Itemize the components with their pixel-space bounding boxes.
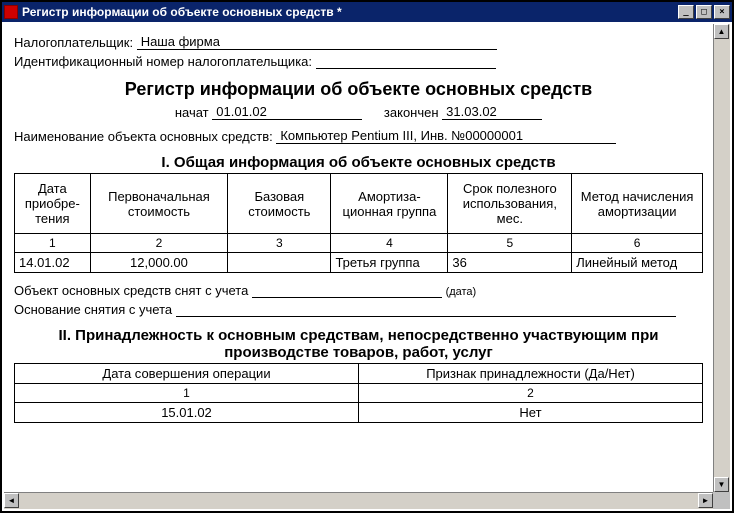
s1-h6: Метод начисления амортизации	[572, 174, 703, 234]
scroll-up-button[interactable]: ▲	[714, 24, 729, 39]
s1-n3: 3	[228, 234, 331, 253]
scroll-right-button[interactable]: ►	[698, 493, 713, 508]
taxpayer-id-label: Идентификационный номер налогоплательщик…	[14, 54, 312, 69]
scroll-corner	[713, 492, 730, 509]
taxpayer-value[interactable]: Наша фирма	[137, 34, 497, 50]
basis-value[interactable]	[176, 303, 676, 317]
asset-name-label: Наименование объекта основных средств:	[14, 129, 273, 144]
minimize-button[interactable]: _	[678, 5, 694, 19]
s2-d2[interactable]: Нет	[359, 403, 703, 423]
dates-row: начат 01.01.02 закончен 31.03.02	[14, 104, 703, 120]
s1-n4: 4	[331, 234, 448, 253]
taxpayer-label: Налогоплательщик:	[14, 35, 133, 50]
vertical-scrollbar[interactable]: ▲ ▼	[713, 24, 730, 492]
s2-d1[interactable]: 15.01.02	[15, 403, 359, 423]
deregister-value[interactable]	[252, 284, 442, 298]
s2-n1: 1	[15, 384, 359, 403]
s1-h1: Дата приобре-тения	[15, 174, 91, 234]
client-area: Налогоплательщик: Наша фирма Идентификац…	[4, 24, 730, 509]
scroll-down-button[interactable]: ▼	[714, 477, 729, 492]
asset-name-value[interactable]: Компьютер Pentium III, Инв. №00000001	[276, 128, 616, 144]
s1-d4[interactable]: Третья группа	[331, 253, 448, 273]
s1-h3: Базовая стоимость	[228, 174, 331, 234]
s1-d5[interactable]: 36	[448, 253, 572, 273]
section1-table: Дата приобре-тения Первоначальная стоимо…	[14, 173, 703, 273]
scroll-left-button[interactable]: ◄	[4, 493, 19, 508]
window-title: Регистр информации об объекте основных с…	[22, 5, 676, 19]
s1-h5: Срок полезного использования, мес.	[448, 174, 572, 234]
s1-n5: 5	[448, 234, 572, 253]
s1-h2: Первоначальная стоимость	[90, 174, 228, 234]
s1-d1[interactable]: 14.01.02	[15, 253, 91, 273]
deregister-hint: (дата)	[446, 286, 477, 298]
section2-table: Дата совершения операции Признак принадл…	[14, 363, 703, 423]
s1-n2: 2	[90, 234, 228, 253]
ended-value[interactable]: 31.03.02	[442, 104, 542, 120]
basis-row: Основание снятия с учета	[14, 302, 703, 317]
section1-title: I. Общая информация об объекте основных …	[14, 154, 703, 171]
app-icon	[4, 5, 18, 19]
deregister-label: Объект основных средств снят с учета	[14, 283, 248, 298]
s1-d3[interactable]	[228, 253, 331, 273]
s1-d6[interactable]: Линейный метод	[572, 253, 703, 273]
taxpayer-id-value[interactable]	[316, 55, 496, 69]
asset-name-row: Наименование объекта основных средств: К…	[14, 128, 703, 144]
started-label: начат	[175, 105, 209, 120]
s1-n6: 6	[572, 234, 703, 253]
s1-d2[interactable]: 12,000.00	[90, 253, 228, 273]
s2-h1: Дата совершения операции	[15, 364, 359, 384]
close-button[interactable]: ×	[714, 5, 730, 19]
page-title: Регистр информации об объекте основных с…	[14, 79, 703, 100]
deregister-row: Объект основных средств снят с учета (да…	[14, 283, 703, 298]
taxpayer-id-row: Идентификационный номер налогоплательщик…	[14, 54, 703, 69]
basis-label: Основание снятия с учета	[14, 302, 172, 317]
titlebar: Регистр информации об объекте основных с…	[2, 2, 732, 22]
s2-h2: Признак принадлежности (Да/Нет)	[359, 364, 703, 384]
ended-label: закончен	[384, 105, 439, 120]
app-window: Регистр информации об объекте основных с…	[0, 0, 734, 513]
s2-n2: 2	[359, 384, 703, 403]
document-page: Налогоплательщик: Наша фирма Идентификац…	[4, 24, 713, 492]
maximize-button[interactable]: □	[696, 5, 712, 19]
taxpayer-row: Налогоплательщик: Наша фирма	[14, 34, 703, 50]
started-value[interactable]: 01.01.02	[212, 104, 362, 120]
horizontal-scrollbar[interactable]: ◄ ►	[4, 492, 713, 509]
s1-h4: Амортиза-ционная группа	[331, 174, 448, 234]
s1-n1: 1	[15, 234, 91, 253]
section2-title: II. Принадлежность к основным средствам,…	[14, 327, 703, 361]
